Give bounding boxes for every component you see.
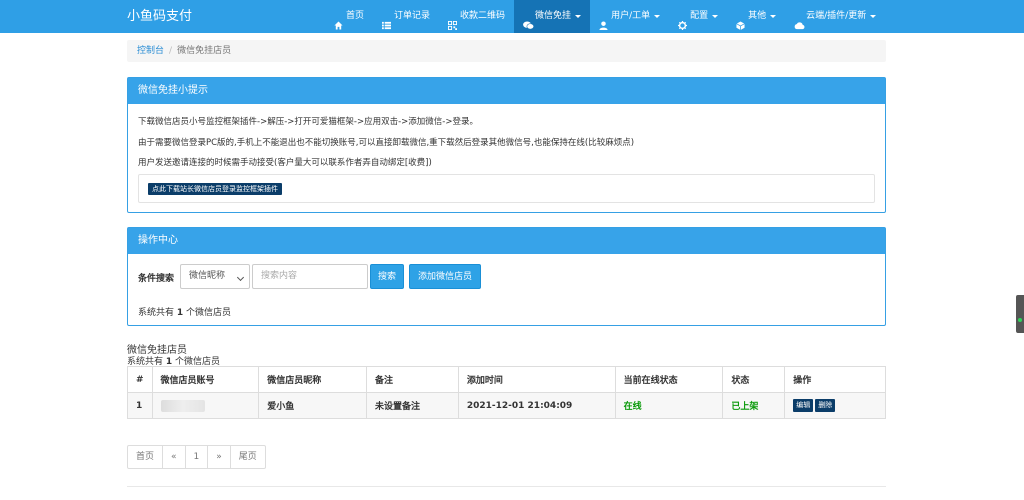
chevron-down-icon bbox=[236, 273, 245, 282]
nav-orders[interactable]: 订单记录 bbox=[373, 0, 439, 33]
page-prev[interactable]: « bbox=[163, 446, 186, 468]
download-well: 点此下载站长微信店员登录监控框架插件 bbox=[138, 174, 875, 203]
page-number[interactable]: 1 bbox=[186, 446, 209, 468]
wechat-icon bbox=[523, 12, 535, 30]
main-nav: 首页 订单记录 收款二维码 微信免挂 用户/工单 配置 其他 云端/插件/更新 bbox=[325, 0, 885, 33]
nav-wechat-label: 微信免挂 bbox=[535, 11, 572, 21]
nav-config[interactable]: 配置 bbox=[669, 0, 727, 33]
edge-toolbar-handle[interactable] bbox=[1016, 295, 1024, 333]
chevron-down-icon bbox=[712, 15, 719, 18]
chevron-down-icon bbox=[575, 15, 582, 18]
nav-orders-label: 订单记录 bbox=[394, 11, 431, 21]
nav-qrcode-label: 收款二维码 bbox=[460, 11, 506, 21]
breadcrumb-home-link[interactable]: 控制台 bbox=[137, 46, 164, 56]
cell-online-status: 在线 bbox=[614, 392, 724, 419]
page-next[interactable]: » bbox=[208, 446, 231, 468]
breadcrumb-separator: / bbox=[169, 46, 173, 56]
cell-id: 1 bbox=[127, 392, 153, 419]
delete-button[interactable]: 删除 bbox=[815, 399, 836, 412]
cell-account bbox=[151, 392, 260, 419]
user-icon bbox=[599, 12, 608, 30]
search-field-select-value: 微信昵称 bbox=[189, 271, 226, 281]
footer-divider bbox=[127, 486, 886, 487]
tip-line: 下载微信店员小号监控框架插件->解压->打开可爱猫框架->应用双击->添加微信-… bbox=[138, 117, 478, 127]
nav-users-label: 用户/工单 bbox=[611, 11, 651, 21]
edit-button[interactable]: 编辑 bbox=[793, 399, 814, 412]
add-wechat-clerk-button[interactable]: 添加微信店员 bbox=[409, 264, 481, 289]
cell-status: 已上架 bbox=[722, 392, 786, 419]
nav-cloud[interactable]: 云端/插件/更新 bbox=[785, 0, 885, 33]
column-header: 微信店员昵称 bbox=[258, 366, 368, 393]
nav-home[interactable]: 首页 bbox=[325, 0, 373, 33]
table-row: 1 爱小鱼 未设置备注 2021-12-01 21:04:09 在线 已上架 编… bbox=[127, 392, 886, 419]
download-plugin-button[interactable]: 点此下载站长微信店员登录监控框架插件 bbox=[148, 183, 282, 195]
search-input[interactable]: 搜索内容 bbox=[252, 264, 368, 289]
breadcrumb-current: 微信免挂店员 bbox=[177, 46, 232, 56]
tip-line: 用户发送邀请连接的时候需手动接受(客户量大可以联系作者弄自动绑定[收费]) bbox=[138, 158, 432, 168]
tips-panel-title: 微信免挂小提示 bbox=[128, 78, 885, 104]
page-last[interactable]: 尾页 bbox=[231, 446, 265, 468]
column-header: 备注 bbox=[366, 366, 459, 393]
column-header: # bbox=[127, 366, 153, 393]
column-header: 状态 bbox=[722, 366, 786, 393]
nav-cloud-label: 云端/插件/更新 bbox=[806, 11, 867, 21]
condition-search-label: 条件搜索 bbox=[138, 274, 175, 284]
home-icon bbox=[334, 12, 343, 30]
operations-panel: 操作中心 条件搜索 微信昵称 搜索内容 搜索 添加微信店员 系统共有 1 个微信… bbox=[127, 227, 886, 326]
chevron-down-icon bbox=[870, 15, 877, 18]
nav-config-label: 配置 bbox=[690, 11, 709, 21]
nav-other[interactable]: 其他 bbox=[727, 0, 785, 33]
top-navbar: 小鱼码支付 首页 订单记录 收款二维码 微信免挂 用户/工单 配置 其他 云端/… bbox=[0, 0, 1024, 33]
page-first[interactable]: 首页 bbox=[128, 446, 164, 468]
column-header: 微信店员账号 bbox=[151, 366, 260, 393]
cube-icon bbox=[736, 12, 745, 30]
cell-remark: 未设置备注 bbox=[366, 392, 459, 419]
column-header: 当前在线状态 bbox=[614, 366, 724, 393]
nav-other-label: 其他 bbox=[748, 11, 767, 21]
tip-line: 由于需要微信登录PC版的,手机上不能退出也不能切换账号,可以直接卸载微信,重下载… bbox=[138, 138, 635, 148]
gear-icon bbox=[678, 12, 688, 30]
search-field-select[interactable]: 微信昵称 bbox=[180, 264, 250, 289]
brand-logo[interactable]: 小鱼码支付 bbox=[127, 0, 192, 33]
nav-home-label: 首页 bbox=[346, 11, 365, 21]
table-header-row: # 微信店员账号 微信店员昵称 备注 添加时间 当前在线状态 状态 操作 bbox=[127, 366, 886, 393]
cell-actions: 编辑 删除 bbox=[784, 392, 886, 419]
cloud-icon bbox=[794, 12, 805, 30]
list-icon bbox=[382, 12, 392, 30]
cell-added-time: 2021-12-01 21:04:09 bbox=[457, 392, 616, 419]
chevron-down-icon bbox=[770, 15, 777, 18]
nav-qrcode[interactable]: 收款二维码 bbox=[439, 0, 514, 33]
nav-users[interactable]: 用户/工单 bbox=[590, 0, 669, 33]
pagination: 首页 « 1 » 尾页 bbox=[127, 445, 266, 469]
nav-wechat[interactable]: 微信免挂 bbox=[514, 0, 591, 33]
qrcode-icon bbox=[448, 12, 458, 30]
search-button[interactable]: 搜索 bbox=[370, 264, 404, 289]
ops-total-count: 系统共有 1 个微信店员 bbox=[138, 308, 232, 318]
breadcrumb: 控制台 / 微信免挂店员 bbox=[127, 40, 886, 62]
column-header: 添加时间 bbox=[457, 366, 616, 393]
blurred-account bbox=[160, 399, 205, 412]
tips-panel: 微信免挂小提示 下载微信店员小号监控框架插件->解压->打开可爱猫框架->应用双… bbox=[127, 77, 886, 213]
column-header: 操作 bbox=[784, 366, 886, 393]
operations-panel-title: 操作中心 bbox=[128, 228, 885, 254]
cell-nickname: 爱小鱼 bbox=[258, 392, 368, 419]
clerk-table: # 微信店员账号 微信店员昵称 备注 添加时间 当前在线状态 状态 操作 1 爱… bbox=[127, 366, 886, 419]
chevron-down-icon bbox=[654, 15, 661, 18]
